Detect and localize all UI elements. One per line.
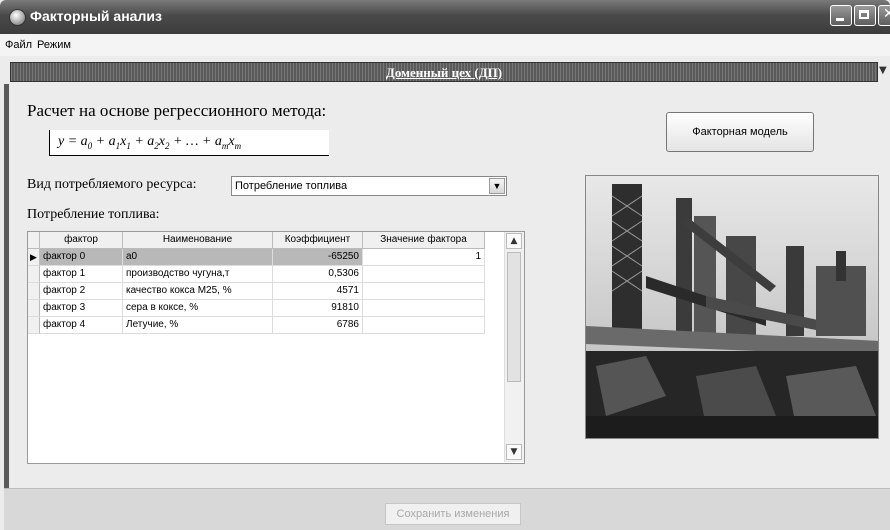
menu-file[interactable]: Файл bbox=[5, 39, 32, 51]
header-indicator bbox=[28, 232, 40, 249]
blast-furnace-photo bbox=[585, 175, 879, 439]
table-cell[interactable] bbox=[363, 266, 485, 283]
table-cell[interactable]: a0 bbox=[123, 249, 273, 266]
table-cell[interactable]: сера в коксе, % bbox=[123, 300, 273, 317]
table-cell[interactable]: фактор 3 bbox=[40, 300, 123, 317]
resource-selected-value: Потребление топлива bbox=[235, 180, 348, 192]
column-header-name[interactable]: Наименование bbox=[123, 232, 273, 249]
title-bar[interactable]: Факторный анализ bbox=[0, 0, 890, 34]
left-border bbox=[4, 84, 9, 494]
table-cell[interactable]: Летучие, % bbox=[123, 317, 273, 334]
table-cell[interactable]: производство чугуна,т bbox=[123, 266, 273, 283]
menu-mode[interactable]: Режим bbox=[37, 39, 71, 51]
minimize-icon[interactable] bbox=[830, 5, 852, 26]
table-cell[interactable]: 1 bbox=[363, 249, 485, 266]
triangle-right-icon: ▶ bbox=[28, 249, 40, 266]
table-cell[interactable] bbox=[363, 283, 485, 300]
table-cell[interactable] bbox=[363, 300, 485, 317]
industrial-photo-illustration bbox=[586, 176, 878, 438]
chevron-down-icon[interactable]: ▼ bbox=[879, 65, 887, 76]
menu-bar: Файл Режим bbox=[0, 34, 890, 56]
table-cell[interactable]: 0,5306 bbox=[273, 266, 363, 283]
table-cell[interactable]: фактор 1 bbox=[40, 266, 123, 283]
window-title: Факторный анализ bbox=[30, 8, 162, 24]
row-indicator bbox=[28, 266, 40, 283]
chevron-down-icon[interactable]: ▼ bbox=[489, 178, 505, 194]
column-header-factor[interactable]: фактор bbox=[40, 232, 123, 249]
row-indicator bbox=[28, 300, 40, 317]
table-cell[interactable]: 4571 bbox=[273, 283, 363, 300]
table-cell[interactable] bbox=[363, 317, 485, 334]
save-changes-button[interactable]: Сохранить изменения bbox=[385, 503, 521, 525]
app-icon bbox=[9, 9, 26, 26]
table-cell[interactable]: -65250 bbox=[273, 249, 363, 266]
department-header: Доменный цех (ДП) bbox=[10, 62, 878, 82]
table-title: Потребление топлива: bbox=[27, 207, 160, 222]
table-cell[interactable]: 6786 bbox=[273, 317, 363, 334]
table-cell[interactable]: фактор 0 bbox=[40, 249, 123, 266]
close-icon[interactable] bbox=[878, 5, 890, 26]
table-cell[interactable]: фактор 2 bbox=[40, 283, 123, 300]
row-indicator bbox=[28, 283, 40, 300]
table-cell[interactable]: 91810 bbox=[273, 300, 363, 317]
resource-select[interactable]: Потребление топлива ▼ bbox=[231, 176, 507, 196]
department-label: Доменный цех (ДП) bbox=[385, 65, 503, 80]
factor-model-button[interactable]: Факторная модель bbox=[666, 112, 814, 152]
chevron-down-icon[interactable]: ▼ bbox=[506, 444, 522, 460]
maximize-icon[interactable] bbox=[854, 5, 876, 26]
table-cell[interactable]: качество кокса М25, % bbox=[123, 283, 273, 300]
scrollbar-thumb[interactable] bbox=[507, 252, 521, 382]
table-cell[interactable]: фактор 4 bbox=[40, 317, 123, 334]
calc-method-title: Расчет на основе регрессионного метода: bbox=[27, 101, 327, 120]
factor-table[interactable]: фактор Наименование Коэффициент Значение… bbox=[27, 231, 525, 464]
column-header-coef[interactable]: Коэффициент bbox=[273, 232, 363, 249]
column-header-value[interactable]: Значение фактора bbox=[363, 232, 485, 249]
chevron-up-icon[interactable]: ▲ bbox=[506, 233, 522, 249]
resource-label: Вид потребляемого ресурса: bbox=[27, 177, 197, 192]
app-window: Факторный анализ Файл Режим Доменный цех… bbox=[0, 0, 890, 530]
regression-formula: y = a0 + a1x1 + a2x2 + … + amxm bbox=[49, 130, 329, 156]
row-indicator bbox=[28, 317, 40, 334]
table-scrollbar[interactable]: ▲ ▼ bbox=[504, 232, 524, 462]
